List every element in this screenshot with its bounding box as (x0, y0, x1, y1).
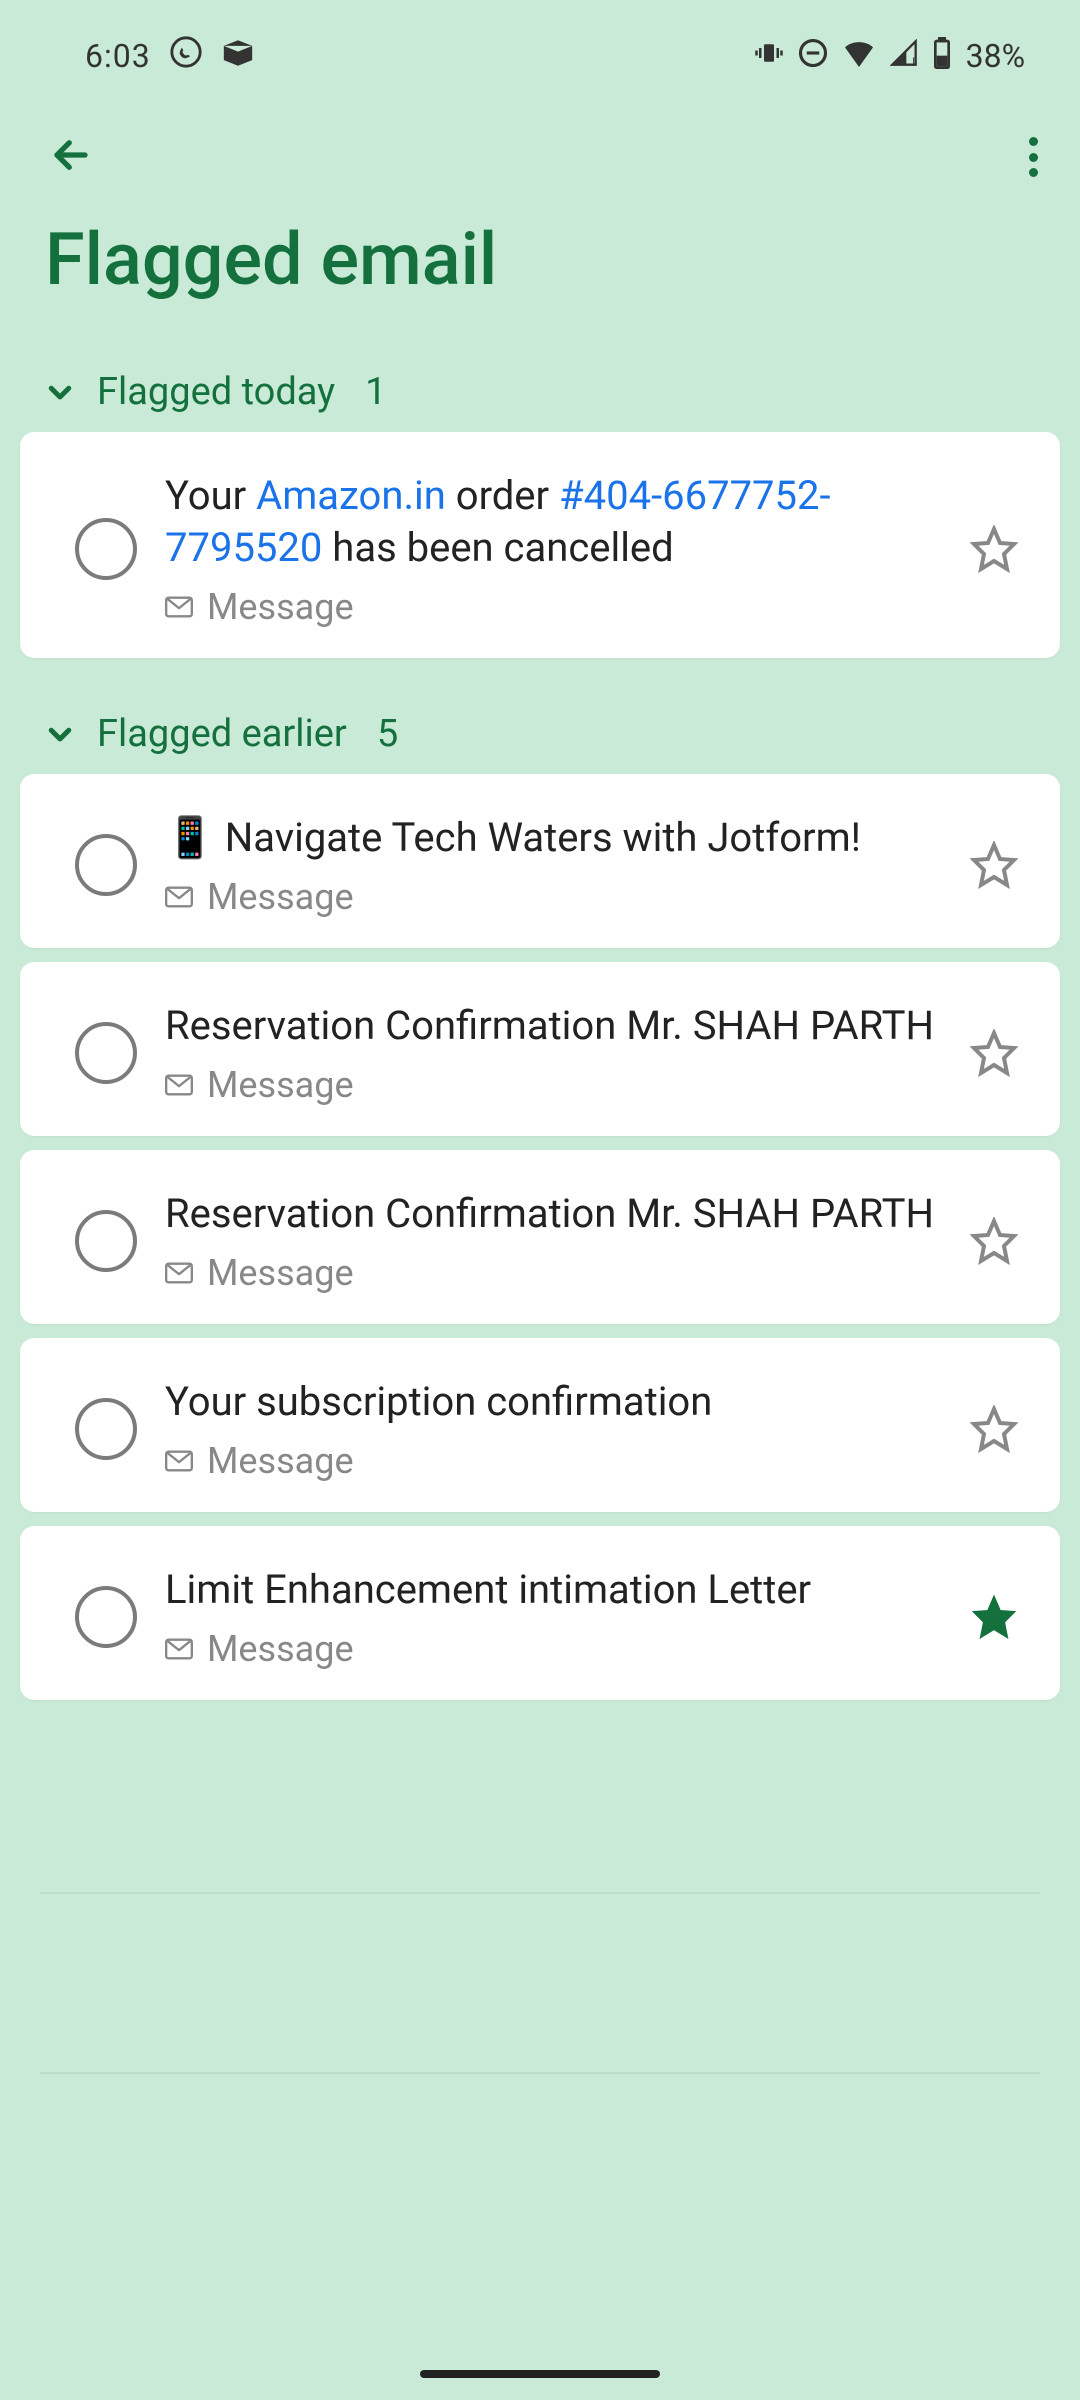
email-subject: Your subscription confirmation (165, 1376, 942, 1428)
card-content: Limit Enhancement intimation Letter Mess… (165, 1564, 942, 1670)
select-checkbox[interactable] (75, 518, 137, 580)
envelope-icon (165, 1074, 193, 1096)
select-checkbox[interactable] (75, 1398, 137, 1460)
email-meta: Message (165, 1064, 942, 1106)
card-content: Reservation Confirmation Mr. SHAH PARTH … (165, 1000, 942, 1106)
status-right: ! 38% (754, 37, 1025, 76)
email-card[interactable]: 📱 Navigate Tech Waters with Jotform! Mes… (20, 774, 1060, 948)
page-title: Flagged email (0, 192, 1080, 352)
chevron-down-icon (45, 377, 75, 407)
dnd-icon (798, 38, 828, 75)
star-icon[interactable] (970, 1029, 1018, 1077)
envelope-icon (165, 1262, 193, 1284)
wifi-icon (842, 39, 876, 74)
select-checkbox[interactable] (75, 1022, 137, 1084)
battery-percent: 38% (966, 37, 1025, 75)
envelope-icon (165, 1450, 193, 1472)
email-subject: Reservation Confirmation Mr. SHAH PARTH (165, 1188, 942, 1240)
status-time: 6:03 (85, 37, 151, 75)
email-meta: Message (165, 1252, 942, 1294)
empty-block (0, 1894, 1080, 2072)
card-content: Your Amazon.in order #404-6677752-779552… (165, 470, 942, 628)
email-meta: Message (165, 1628, 942, 1670)
card-content: Your subscription confirmation Message (165, 1376, 942, 1482)
today-list: Your Amazon.in order #404-6677752-779552… (0, 432, 1080, 658)
email-subject: Reservation Confirmation Mr. SHAH PARTH (165, 1000, 942, 1052)
section-label: Flagged earlier (97, 712, 347, 756)
envelope-icon (165, 596, 193, 618)
section-header-today[interactable]: Flagged today 1 (0, 352, 1080, 432)
select-checkbox[interactable] (75, 1210, 137, 1272)
email-meta: Message (165, 876, 942, 918)
email-meta: Message (165, 586, 942, 628)
select-checkbox[interactable] (75, 834, 137, 896)
email-card[interactable]: Reservation Confirmation Mr. SHAH PARTH … (20, 1150, 1060, 1324)
email-card[interactable]: Limit Enhancement intimation Letter Mess… (20, 1526, 1060, 1700)
back-button[interactable] (50, 134, 92, 180)
divider (40, 2072, 1040, 2074)
envelope-icon (165, 886, 193, 908)
earlier-list: 📱 Navigate Tech Waters with Jotform! Mes… (0, 774, 1080, 1700)
status-left: 6:03 (85, 35, 255, 77)
select-checkbox[interactable] (75, 1586, 137, 1648)
section-count: 5 (377, 712, 398, 756)
navigation-handle[interactable] (420, 2370, 660, 2378)
section-label: Flagged today (97, 370, 335, 414)
email-subject: Your Amazon.in order #404-6677752-779552… (165, 470, 942, 574)
card-content: Reservation Confirmation Mr. SHAH PARTH … (165, 1188, 942, 1294)
svg-text:!: ! (912, 54, 915, 66)
whatsapp-icon (169, 35, 203, 77)
section-count: 1 (365, 370, 386, 414)
section-header-earlier[interactable]: Flagged earlier 5 (0, 672, 1080, 774)
chevron-down-icon (45, 719, 75, 749)
signal-icon: ! (890, 39, 918, 74)
star-filled-icon[interactable] (970, 1593, 1018, 1641)
email-meta: Message (165, 1440, 942, 1482)
email-card[interactable]: Reservation Confirmation Mr. SHAH PARTH … (20, 962, 1060, 1136)
vibrate-icon (754, 38, 784, 75)
package-icon (221, 39, 255, 74)
star-icon[interactable] (970, 841, 1018, 889)
header-bar (0, 97, 1080, 192)
email-subject: 📱 Navigate Tech Waters with Jotform! (165, 812, 942, 864)
email-subject: Limit Enhancement intimation Letter (165, 1564, 942, 1616)
star-icon[interactable] (970, 525, 1018, 573)
empty-block (0, 1714, 1080, 1892)
envelope-icon (165, 1638, 193, 1660)
battery-icon (932, 37, 952, 76)
star-icon[interactable] (970, 1405, 1018, 1453)
more-menu-button[interactable] (1026, 132, 1040, 182)
email-card[interactable]: Your subscription confirmation Message (20, 1338, 1060, 1512)
email-card[interactable]: Your Amazon.in order #404-6677752-779552… (20, 432, 1060, 658)
status-bar: 6:03 ! 38% (0, 0, 1080, 97)
card-content: 📱 Navigate Tech Waters with Jotform! Mes… (165, 812, 942, 918)
star-icon[interactable] (970, 1217, 1018, 1265)
